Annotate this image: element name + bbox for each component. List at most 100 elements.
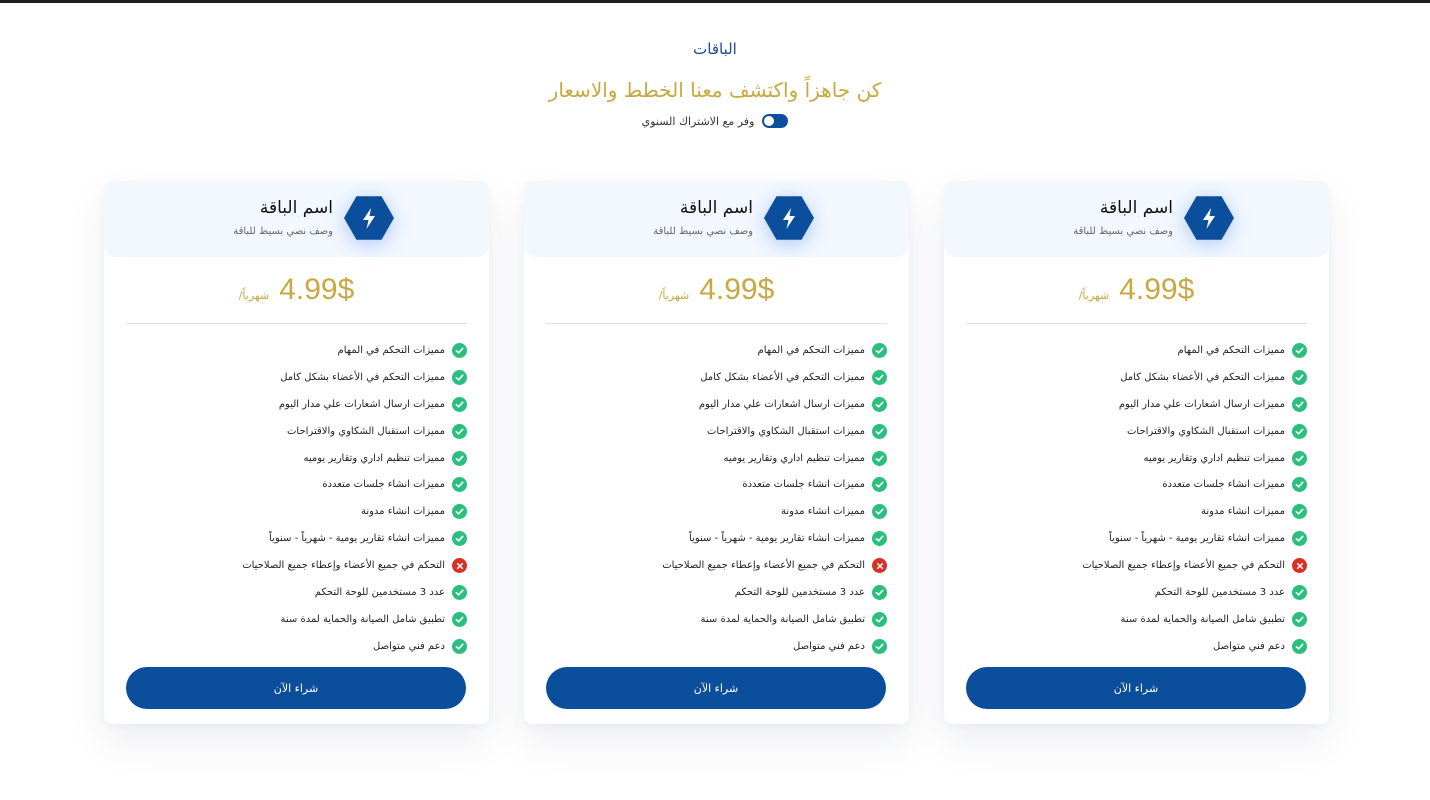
feature-item: مميزات ارسال اشعارات علي مدار اليوم <box>546 391 887 418</box>
check-icon <box>1292 611 1307 627</box>
cross-icon <box>452 558 467 574</box>
feature-item: مميزات تنظيم اداري وتقارير يوميه <box>966 445 1307 472</box>
feature-item: تطبيق شامل الصيانة والحماية لمدة سنة <box>966 606 1307 633</box>
feature-text: مميزات التحكم في المهام <box>757 344 865 356</box>
feature-text: مميزات انشاء مدونة <box>780 506 865 518</box>
cross-icon <box>872 558 887 574</box>
pricing-headline: كن جاهزاً واكتشف معنا الخطط والاسعار <box>548 78 882 102</box>
plan-description: وصف نصي بسيط للباقة <box>233 226 333 237</box>
feature-text: مميزات استقبال الشكاوي والاقتراحات <box>707 425 865 437</box>
feature-text: عدد 3 مستخدمين للوحة التحكم <box>1154 586 1285 598</box>
plan-price: 4.99$ <box>1119 273 1195 306</box>
check-icon <box>872 531 887 547</box>
feature-text: مميزات تنظيم اداري وتقارير يوميه <box>1143 452 1285 464</box>
feature-item: مميزات استقبال الشكاوي والاقتراحات <box>966 418 1307 445</box>
card-header: اسم الباقة وصف نصي بسيط للباقة <box>524 181 909 257</box>
feature-text: مميزات ارسال اشعارات علي مدار اليوم <box>278 398 445 410</box>
feature-item: مميزات استقبال الشكاوي والاقتراحات <box>126 418 467 445</box>
feature-list: مميزات التحكم في المهام مميزات التحكم في … <box>126 337 467 660</box>
pricing-cards: اسم الباقة وصف نصي بسيط للباقة 4.99$ شهر… <box>104 181 1330 724</box>
feature-text: مميزات التحكم في المهام <box>1177 344 1285 356</box>
check-icon <box>452 504 467 520</box>
check-icon <box>1292 423 1307 439</box>
feature-text: مميزات انشاء تقارير يومية - شهرياً - سنو… <box>689 533 865 545</box>
check-icon <box>1292 369 1307 385</box>
check-icon <box>1292 450 1307 466</box>
check-icon <box>452 584 467 600</box>
feature-text: التحكم في جميع الأعضاء وإعطاء جميع الصلا… <box>242 560 445 572</box>
buy-now-button[interactable]: شراء الآن <box>546 667 886 709</box>
feature-item: مميزات التحكم في الأعضاء بشكل كامل <box>546 364 887 391</box>
check-icon <box>872 423 887 439</box>
feature-text: مميزات انشاء تقارير يومية - شهرياً - سنو… <box>1109 533 1285 545</box>
check-icon <box>452 450 467 466</box>
plan-title: اسم الباقة <box>679 198 753 218</box>
divider <box>966 323 1307 324</box>
feature-item: التحكم في جميع الأعضاء وإعطاء جميع الصلا… <box>126 552 467 579</box>
feature-item: مميزات تنظيم اداري وتقارير يوميه <box>126 445 467 472</box>
feature-text: تطبيق شامل الصيانة والحماية لمدة سنة <box>1120 613 1285 625</box>
lightning-icon <box>764 193 814 243</box>
feature-item: مميزات انشاء مدونة <box>126 498 467 525</box>
feature-item: مميزات انشاء تقارير يومية - شهرياً - سنو… <box>546 525 887 552</box>
divider <box>546 323 887 324</box>
feature-text: مميزات ارسال اشعارات علي مدار اليوم <box>1118 398 1285 410</box>
card-header: اسم الباقة وصف نصي بسيط للباقة <box>944 181 1329 257</box>
price-row: 4.99$ شهرياً/ <box>524 273 909 307</box>
buy-now-button[interactable]: شراء الآن <box>966 667 1306 709</box>
check-icon <box>1292 342 1307 358</box>
feature-text: مميزات انشاء جلسات متعددة <box>742 479 865 491</box>
check-icon <box>872 396 887 412</box>
feature-item: مميزات انشاء جلسات متعددة <box>126 471 467 498</box>
feature-item: مميزات تنظيم اداري وتقارير يوميه <box>546 445 887 472</box>
feature-text: مميزات انشاء جلسات متعددة <box>322 479 445 491</box>
check-icon <box>452 638 467 654</box>
feature-item: دعم فني متواصل <box>126 633 467 660</box>
feature-item: مميزات انشاء جلسات متعددة <box>546 471 887 498</box>
feature-item: مميزات انشاء مدونة <box>966 498 1307 525</box>
feature-list: مميزات التحكم في المهام مميزات التحكم في … <box>546 337 887 660</box>
feature-item: مميزات التحكم في المهام <box>546 337 887 364</box>
feature-item: مميزات التحكم في المهام <box>966 337 1307 364</box>
plan-price: 4.99$ <box>279 273 355 306</box>
feature-text: تطبيق شامل الصيانة والحماية لمدة سنة <box>700 613 865 625</box>
check-icon <box>872 369 887 385</box>
buy-now-button[interactable]: شراء الآن <box>126 667 466 709</box>
check-icon <box>1292 477 1307 493</box>
feature-text: مميزات انشاء تقارير يومية - شهرياً - سنو… <box>269 533 445 545</box>
plan-description: وصف نصي بسيط للباقة <box>1073 226 1173 237</box>
check-icon <box>1292 504 1307 520</box>
annual-billing-toggle[interactable] <box>762 114 789 128</box>
cross-icon <box>1292 558 1307 574</box>
annual-billing-label: وفر مع الاشتراك السنوي <box>641 114 755 128</box>
plan-price: 4.99$ <box>699 273 775 306</box>
feature-item: مميزات انشاء تقارير يومية - شهرياً - سنو… <box>966 525 1307 552</box>
pricing-card: اسم الباقة وصف نصي بسيط للباقة 4.99$ شهر… <box>944 181 1329 724</box>
feature-text: التحكم في جميع الأعضاء وإعطاء جميع الصلا… <box>1082 560 1285 572</box>
check-icon <box>1292 584 1307 600</box>
pricing-header: الباقات كن جاهزاً واكتشف معنا الخطط والا… <box>0 38 1430 128</box>
feature-item: مميزات التحكم في المهام <box>126 337 467 364</box>
billing-toggle-row: وفر مع الاشتراك السنوي <box>0 114 1430 128</box>
top-border <box>0 0 1430 3</box>
check-icon <box>452 477 467 493</box>
pricing-card: اسم الباقة وصف نصي بسيط للباقة 4.99$ شهر… <box>104 181 489 724</box>
feature-item: دعم فني متواصل <box>546 633 887 660</box>
feature-text: مميزات انشاء مدونة <box>360 506 445 518</box>
feature-item: مميزات التحكم في الأعضاء بشكل كامل <box>966 364 1307 391</box>
check-icon <box>452 396 467 412</box>
check-icon <box>1292 531 1307 547</box>
feature-item: مميزات انشاء مدونة <box>546 498 887 525</box>
feature-item: مميزات انشاء تقارير يومية - شهرياً - سنو… <box>126 525 467 552</box>
feature-text: مميزات استقبال الشكاوي والاقتراحات <box>1127 425 1285 437</box>
feature-text: مميزات التحكم في الأعضاء بشكل كامل <box>700 371 865 383</box>
feature-text: مميزات استقبال الشكاوي والاقتراحات <box>287 425 445 437</box>
check-icon <box>452 369 467 385</box>
feature-list: مميزات التحكم في المهام مميزات التحكم في … <box>966 337 1307 660</box>
plan-title: اسم الباقة <box>259 198 333 218</box>
feature-text: دعم فني متواصل <box>793 640 865 652</box>
check-icon <box>872 584 887 600</box>
price-period: شهرياً/ <box>658 289 690 302</box>
feature-text: عدد 3 مستخدمين للوحة التحكم <box>314 586 445 598</box>
plan-description: وصف نصي بسيط للباقة <box>653 226 753 237</box>
